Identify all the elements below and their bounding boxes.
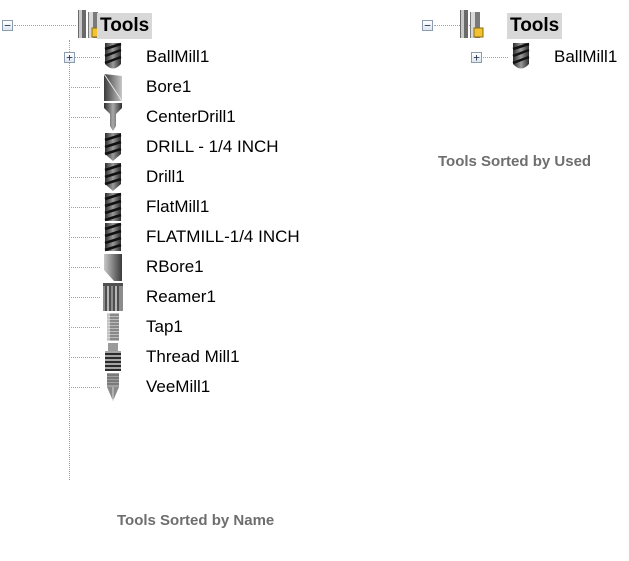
tree-item[interactable]: BallMill1 xyxy=(508,42,629,72)
tools-root-label[interactable]: Tools xyxy=(507,13,563,39)
tree-item-label: Tap1 xyxy=(146,317,183,336)
tree-item[interactable]: Bore1 xyxy=(100,72,360,102)
ballmill-icon xyxy=(100,42,126,72)
tree-connector xyxy=(69,207,100,208)
tools-root-label[interactable]: Tools xyxy=(97,13,153,39)
tree-item-label: DRILL - 1/4 INCH xyxy=(146,137,279,156)
caption-sorted-by-name: Tools Sorted by Name xyxy=(117,512,275,529)
tree-item[interactable]: VeeMill1 xyxy=(100,372,360,402)
tree-connector xyxy=(14,25,76,26)
tree-item-label: FLATMILL-1/4 INCH xyxy=(146,227,300,246)
tree-item[interactable]: Reamer1 xyxy=(100,282,360,312)
drill-icon xyxy=(100,162,126,192)
tree-item-label: Reamer1 xyxy=(146,287,216,306)
tools-tree-by-name: − Tools + BallMill1 Bore1 CenterDrill1 DRILL… xyxy=(0,0,380,529)
tree-item-label: BallMill1 xyxy=(146,47,210,66)
tree-connector xyxy=(69,327,100,328)
expand-button[interactable]: + xyxy=(64,52,75,63)
tree-connector xyxy=(69,357,100,358)
tree-item-label: RBore1 xyxy=(146,257,204,276)
tree-connector xyxy=(69,297,100,298)
tree-item[interactable]: RBore1 xyxy=(100,252,360,282)
tree-item[interactable]: DRILL - 1/4 INCH xyxy=(100,132,360,162)
tree-item[interactable]: Thread Mill1 xyxy=(100,342,360,372)
caption-sorted-by-used: Tools Sorted by Used xyxy=(438,153,592,170)
tree-item[interactable]: Tap1 xyxy=(100,312,360,342)
centerdrill-icon xyxy=(100,102,126,132)
veemill-icon xyxy=(100,372,126,402)
tree-connector xyxy=(69,87,100,88)
threadmill-icon xyxy=(100,342,126,372)
tree-connector xyxy=(69,387,100,388)
tree-item[interactable]: FlatMill1 xyxy=(100,192,360,222)
drill-icon xyxy=(100,132,126,162)
tree-connector xyxy=(69,117,100,118)
tree-item-label: VeeMill1 xyxy=(146,377,211,396)
rbore-icon xyxy=(100,252,126,282)
tree-connector xyxy=(69,177,100,178)
tools-root-icon xyxy=(458,8,484,40)
tree-item-label: BallMill1 xyxy=(554,47,618,66)
tree-item-label: FlatMill1 xyxy=(146,197,210,216)
flatmill-icon xyxy=(100,192,126,222)
tree-item-label: CenterDrill1 xyxy=(146,107,236,126)
tap-icon xyxy=(100,312,126,342)
tree-item[interactable]: FLATMILL-1/4 INCH xyxy=(100,222,360,252)
expand-button[interactable]: + xyxy=(471,52,482,63)
root-collapse-button[interactable]: − xyxy=(2,20,13,31)
tree-connector xyxy=(69,267,100,268)
tree-trunk-line xyxy=(69,40,70,480)
root-collapse-button[interactable]: − xyxy=(422,20,433,31)
tree-item[interactable]: BallMill1 xyxy=(100,42,360,72)
tree-item-label: Bore1 xyxy=(146,77,192,96)
tree-item[interactable]: Drill1 xyxy=(100,162,360,192)
reamer-icon xyxy=(100,282,126,312)
tree-connector xyxy=(69,237,100,238)
tree-item[interactable]: CenterDrill1 xyxy=(100,102,360,132)
tools-tree-by-used: − Tools + BallMill1 Tools Sorted by Used xyxy=(418,0,629,170)
flatmill-icon xyxy=(100,222,126,252)
tree-connector xyxy=(69,147,100,148)
ballmill-icon xyxy=(508,42,534,72)
bore-icon xyxy=(100,72,126,102)
tree-item-label: Drill1 xyxy=(146,167,185,186)
tree-item-label: Thread Mill1 xyxy=(146,347,240,366)
